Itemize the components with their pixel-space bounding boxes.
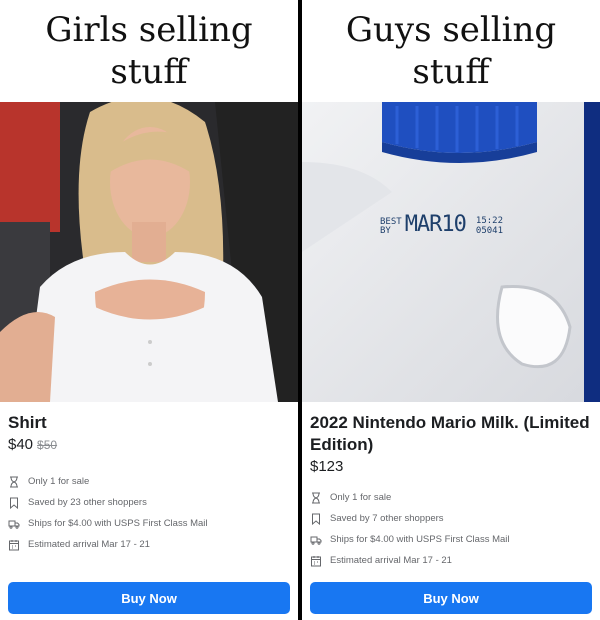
- current-price: $123: [310, 458, 344, 475]
- detail-text: Only 1 for sale: [28, 476, 90, 487]
- left-panel: Girls selling stuff Shirt $40 $50 Only 1…: [0, 0, 298, 620]
- detail-availability: Only 1 for sale: [310, 487, 592, 508]
- right-panel: Guys selling stuff BEST BY MAR10 15:22 0…: [302, 0, 600, 620]
- listing-price: $123: [310, 458, 592, 475]
- caption-line1: Girls selling: [45, 10, 253, 50]
- calendar-icon: [311, 555, 321, 566]
- buy-now-button[interactable]: Buy Now: [8, 582, 290, 614]
- detail-text: Saved by 7 other shoppers: [330, 513, 444, 524]
- listing-details-shirt: Shirt $40 $50 Only 1 for sale Saved by 23…: [0, 402, 298, 620]
- detail-arrival: Estimated arrival Mar 17 - 21: [8, 534, 290, 555]
- stamp-code: 05041: [475, 226, 504, 236]
- listing-photo-shirt[interactable]: [0, 102, 298, 402]
- detail-text: Ships for $4.00 with USPS First Class Ma…: [330, 534, 510, 545]
- bookmark-icon: [10, 497, 18, 509]
- listing-title[interactable]: 2022 Nintendo Mario Milk. (Limited Editi…: [310, 412, 592, 456]
- detail-text: Estimated arrival Mar 17 - 21: [28, 539, 150, 550]
- detail-availability: Only 1 for sale: [8, 471, 290, 492]
- hourglass-icon: [10, 476, 18, 487]
- detail-arrival: Estimated arrival Mar 17 - 21: [310, 550, 592, 571]
- detail-text: Only 1 for sale: [330, 492, 392, 503]
- detail-text: Ships for $4.00 with USPS First Class Ma…: [28, 518, 208, 529]
- old-price: $50: [37, 438, 58, 452]
- detail-text: Estimated arrival Mar 17 - 21: [330, 555, 452, 566]
- listing-price: $40 $50: [8, 436, 290, 453]
- caption-line2: stuff: [412, 52, 490, 92]
- left-caption: Girls selling stuff: [0, 0, 298, 102]
- stamp-by: BY: [380, 226, 391, 236]
- right-caption: Guys selling stuff: [302, 0, 600, 102]
- truck-icon: [310, 536, 322, 545]
- detail-shipping: Ships for $4.00 with USPS First Class Ma…: [8, 513, 290, 534]
- current-price: $40: [8, 436, 34, 453]
- listing-details-milk: 2022 Nintendo Mario Milk. (Limited Editi…: [302, 402, 600, 620]
- listing-photo-milk[interactable]: BEST BY MAR10 15:22 05041: [302, 102, 600, 402]
- detail-shipping: Ships for $4.00 with USPS First Class Ma…: [310, 529, 592, 550]
- detail-text: Saved by 23 other shoppers: [28, 497, 147, 508]
- bookmark-icon: [312, 513, 320, 525]
- best-by-stamp: BEST BY MAR10 15:22 05041: [380, 212, 504, 237]
- truck-icon: [8, 520, 20, 529]
- car-selfie-illustration: [0, 102, 298, 402]
- stamp-time: 15:22: [475, 216, 504, 226]
- caption-line1: Guys selling: [345, 10, 557, 50]
- detail-saved: Saved by 23 other shoppers: [8, 492, 290, 513]
- meme-comparison: Girls selling stuff Shirt $40 $50 Only 1…: [0, 0, 600, 620]
- detail-list: Only 1 for sale Saved by 7 other shopper…: [310, 487, 592, 571]
- buy-now-button[interactable]: Buy Now: [310, 582, 592, 614]
- listing-title[interactable]: Shirt: [8, 412, 290, 434]
- hourglass-icon: [312, 492, 320, 503]
- detail-list: Only 1 for sale Saved by 23 other shoppe…: [8, 471, 290, 555]
- stamp-date: MAR10: [404, 212, 467, 237]
- caption-line2: stuff: [110, 52, 188, 92]
- detail-saved: Saved by 7 other shoppers: [310, 508, 592, 529]
- calendar-icon: [9, 539, 19, 550]
- milk-jug-illustration: [302, 102, 600, 402]
